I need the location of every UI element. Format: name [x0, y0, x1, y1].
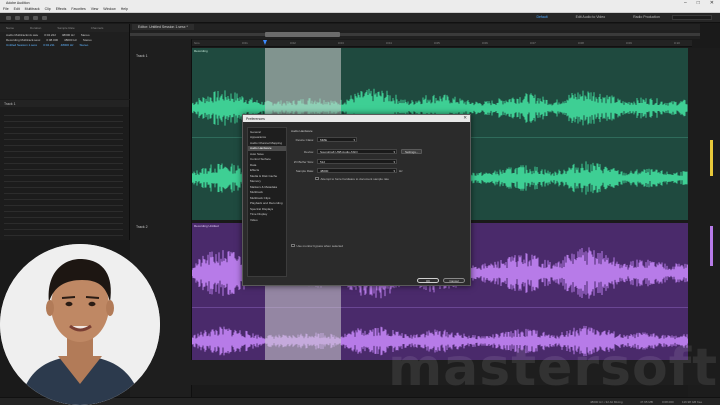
ruler-tick: 0:10: [674, 41, 680, 45]
track-1-name[interactable]: Track 1: [136, 54, 148, 58]
menu-edit[interactable]: Edit: [14, 7, 20, 11]
files-header: Name Duration Sample Rate Channels: [0, 24, 129, 32]
time-ruler[interactable]: hms 0:01 0:02 0:03 0:04 0:05 0:06 0:07 0:08 0:09 0…: [192, 40, 692, 47]
pref-category-playback-and-recording[interactable]: Playback and Recording: [248, 201, 286, 207]
menu-file[interactable]: File: [3, 7, 9, 11]
force-sample-rate-checkbox[interactable]: [315, 176, 319, 181]
status-duration: 0:08.000: [662, 400, 674, 404]
navigator-track[interactable]: [130, 33, 700, 36]
status-free: 116.98 GB free: [682, 400, 703, 404]
col-sample-rate[interactable]: Sample Rate: [57, 26, 74, 30]
ruler-tick: 0:07: [530, 41, 536, 45]
clip-title: Recording Untitled: [194, 224, 219, 228]
menu-view[interactable]: View: [91, 7, 99, 11]
presenter-webcam: [0, 244, 160, 405]
workspace-edit-audio-to-video[interactable]: Edit Audio to Video: [576, 15, 606, 19]
col-duration[interactable]: Duration: [30, 26, 41, 30]
watermark-text: mastersoft: [388, 338, 719, 398]
ruler-tick: 0:09: [626, 41, 632, 45]
chevron-down-icon: ▾: [353, 137, 355, 142]
search-help-input[interactable]: [672, 15, 712, 20]
menu-favorites[interactable]: Favorites: [71, 7, 85, 11]
razor-tool-icon[interactable]: [33, 16, 38, 20]
menu-window[interactable]: Window: [103, 7, 115, 11]
device-class-label: Device Class:: [295, 137, 314, 142]
ok-button[interactable]: OK: [417, 278, 439, 283]
status-size: 47.95 MB: [640, 400, 653, 404]
settings-button[interactable]: Settings...: [401, 149, 423, 154]
section-heading: Audio Hardware: [291, 129, 313, 133]
chevron-down-icon: ▾: [393, 159, 395, 164]
sample-rate-select[interactable]: 48000 ▾: [317, 168, 397, 173]
files-panel: Name Duration Sample Rate Channels Audio…: [0, 24, 130, 99]
preferences-content: Audio Hardware Device Class: MME ▾ Devic…: [289, 127, 467, 277]
ruler-tick: 0:08: [578, 41, 584, 45]
dialog-title-bar: Preferences ✕: [243, 115, 470, 122]
effects-slots[interactable]: [4, 112, 123, 236]
col-name[interactable]: Name: [6, 26, 14, 30]
monitor-bypass-label: Use monitor bypass when selected: [296, 243, 344, 248]
presenter-image: [0, 244, 160, 405]
force-sample-rate-label: Attempt to force hardware to document sa…: [320, 176, 389, 181]
toolbar: Default Edit Audio to Video Radio Produc…: [0, 13, 720, 23]
move-tool-icon[interactable]: [24, 16, 29, 20]
time-selection-tool-icon[interactable]: [42, 16, 47, 20]
io-buffer-label: I/O Buffer Size:: [293, 159, 314, 164]
menu-bar: File Edit Multitrack Clip Effects Favori…: [0, 6, 720, 13]
multitrack-view-icon[interactable]: [15, 16, 20, 20]
effects-rack-panel: Track 1: [0, 100, 130, 240]
menu-multitrack[interactable]: Multitrack: [25, 7, 40, 11]
status-sample-info: 48000 Hz • 32-bit Mixing: [590, 400, 623, 404]
pref-category-audio-channel-mapping[interactable]: Audio Channel Mapping: [248, 140, 286, 146]
close-icon[interactable]: ✕: [463, 115, 467, 121]
panel-title: Track 1: [0, 100, 129, 107]
ruler-tick: 0:04: [386, 41, 392, 45]
navigator-thumb[interactable]: [265, 32, 340, 37]
io-buffer-select[interactable]: 512 ▾: [317, 159, 397, 164]
waveform-view-icon[interactable]: [6, 16, 11, 20]
dialog-footer: OK Cancel: [289, 277, 467, 285]
list-item[interactable]: Untitled Session 1.sesx 0:04.211 48000 H…: [0, 42, 129, 47]
menu-effects[interactable]: Effects: [56, 7, 67, 11]
monitor-bypass-checkbox[interactable]: [291, 243, 295, 248]
ruler-tick: 0:06: [482, 41, 488, 45]
chevron-down-icon: ▾: [393, 168, 395, 173]
preferences-category-list: General Appearance Audio Channel Mapping Au…: [247, 127, 287, 277]
zoom-navigator: [130, 30, 700, 39]
menu-help[interactable]: Help: [121, 7, 128, 11]
track-2-name[interactable]: Track 2: [136, 225, 148, 229]
preferences-dialog: Preferences ✕ General Appearance Audio Cha…: [242, 114, 471, 286]
ruler-tick: 0:02: [290, 41, 296, 45]
workspace-default[interactable]: Default: [537, 15, 548, 19]
ruler-tick: hms: [194, 41, 200, 45]
device-label: Device:: [303, 149, 314, 154]
device-select[interactable]: Soundcraft USB Audio ASIO ▾: [317, 149, 397, 154]
window-title: Adobe Audition: [6, 1, 30, 5]
cancel-button[interactable]: Cancel: [443, 278, 465, 283]
col-channels[interactable]: Channels: [91, 26, 104, 30]
ruler-tick: 0:03: [338, 41, 344, 45]
meter-purple: [710, 226, 713, 266]
clip-title: Recording: [194, 49, 208, 53]
sample-rate-unit: Hz: [399, 168, 403, 173]
dialog-title: Preferences: [246, 116, 265, 121]
ruler-tick: 0:01: [242, 41, 248, 45]
ruler-tick: 0:05: [434, 41, 440, 45]
chevron-down-icon: ▾: [393, 149, 395, 154]
workspace-radio-production[interactable]: Radio Production: [633, 15, 660, 19]
sample-rate-label: Sample Rate:: [295, 168, 314, 173]
device-class-select[interactable]: MME ▾: [317, 137, 357, 142]
menu-clip[interactable]: Clip: [45, 7, 51, 11]
pref-category-video[interactable]: Video: [248, 217, 286, 223]
meter-yellow: [710, 140, 713, 176]
